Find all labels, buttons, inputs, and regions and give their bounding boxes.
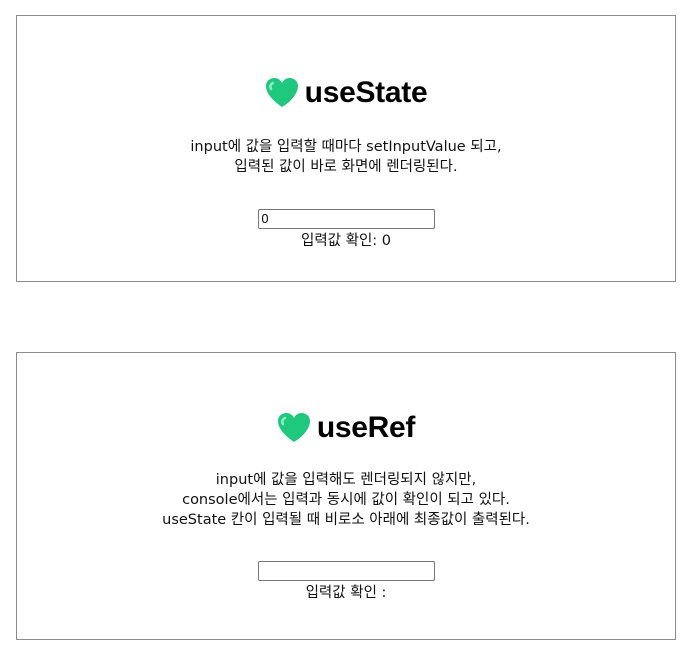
use-ref-desc-line-2: console에서는 입력과 동시에 값이 확인이 되고 있다. [182, 492, 510, 508]
use-state-input[interactable] [257, 209, 435, 229]
use-ref-input[interactable] [257, 561, 435, 581]
use-ref-desc-line-1: input에 값을 입력해도 렌더링되지 않지만, [215, 472, 477, 488]
use-state-confirm-text: 입력값 확인: 0 [300, 233, 392, 249]
use-state-desc-line-1: input에 값을 입력할 때마다 setInputValue 되고, [190, 139, 502, 155]
use-state-title-text: useState [304, 76, 428, 109]
use-state-section: useState input에 값을 입력할 때마다 setInputValue… [16, 15, 676, 282]
use-ref-description: input에 값을 입력해도 렌더링되지 않지만, console에서는 입력과… [17, 470, 675, 530]
use-ref-section: useRef input에 값을 입력해도 렌더링되지 않지만, console… [16, 352, 676, 640]
use-ref-desc-line-3: useState 칸이 입력될 때 비로소 아래에 최종값이 출력된다. [162, 512, 530, 528]
use-state-title: useState [17, 76, 675, 110]
green-heart-icon [265, 77, 299, 109]
use-state-desc-line-2: 입력된 값이 바로 화면에 렌더링된다. [234, 159, 458, 175]
use-state-description: input에 값을 입력할 때마다 setInputValue 되고, 입력된 … [17, 137, 675, 177]
use-ref-title: useRef [17, 411, 675, 445]
use-ref-confirm-text: 입력값 확인 : [305, 585, 387, 601]
use-ref-title-text: useRef [316, 411, 416, 444]
green-heart-icon [277, 412, 311, 444]
